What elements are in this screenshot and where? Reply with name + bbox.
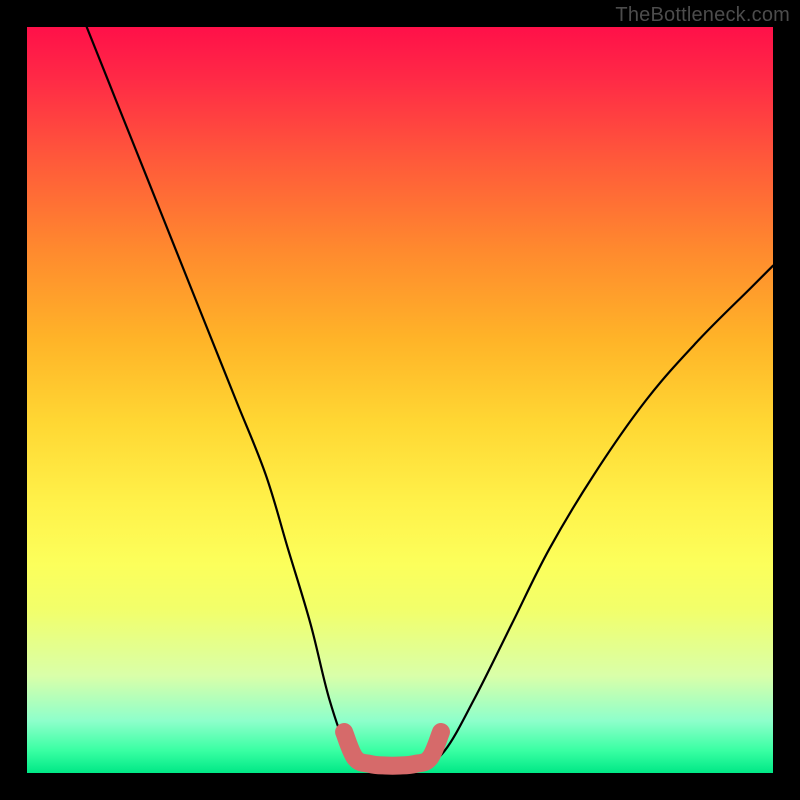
bottleneck-curve [87, 27, 773, 767]
optimal-range-highlight [344, 732, 441, 766]
chart-frame: TheBottleneck.com [0, 0, 800, 800]
watermark-text: TheBottleneck.com [615, 4, 790, 27]
chart-svg [27, 27, 773, 773]
